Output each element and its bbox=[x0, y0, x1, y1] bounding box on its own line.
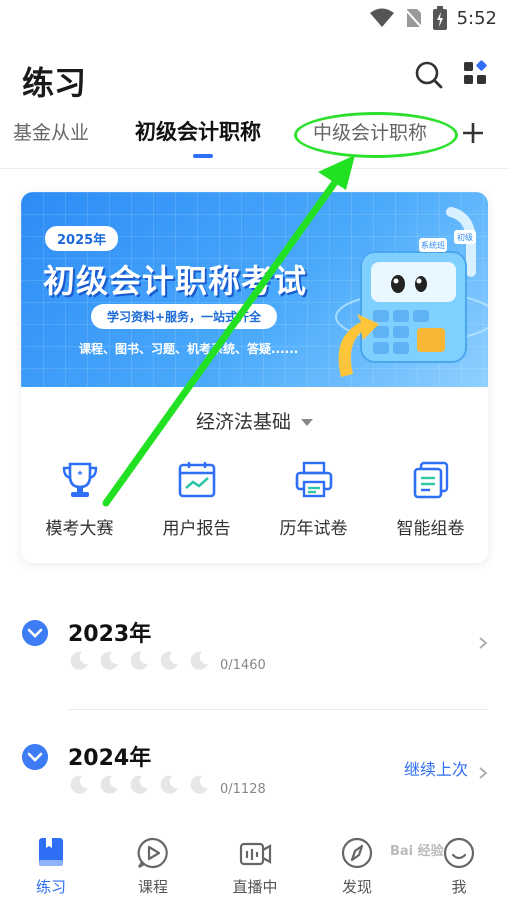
page-title: 练习 bbox=[22, 64, 87, 102]
quick-action-label: 模考大赛 bbox=[45, 519, 114, 539]
caret-down-icon bbox=[301, 419, 313, 426]
progress-moons bbox=[70, 774, 210, 794]
question-progress-count: 0/1460 bbox=[220, 658, 266, 673]
quick-action-smart-compose[interactable]: 智能组卷 bbox=[372, 460, 488, 539]
play-bubble-icon bbox=[137, 837, 168, 869]
report-chart-icon bbox=[178, 462, 215, 498]
watermark: Bai 经验 bbox=[390, 844, 444, 859]
apps-grid-icon[interactable] bbox=[461, 58, 491, 88]
moon-icon bbox=[160, 775, 178, 794]
nav-courses[interactable]: 课程 bbox=[113, 836, 193, 897]
status-time: 5:52 bbox=[456, 7, 497, 29]
nav-label: 直播中 bbox=[232, 878, 278, 896]
art-tag-class: 系统班 bbox=[421, 240, 445, 250]
active-tab-indicator bbox=[193, 154, 213, 158]
nav-label: 课程 bbox=[137, 878, 168, 896]
expand-chevron-icon[interactable] bbox=[22, 620, 48, 646]
banner-title: 初级会计职称考试 bbox=[43, 262, 308, 300]
art-tag-junior: 初级 bbox=[457, 232, 473, 242]
moon-icon bbox=[160, 651, 178, 670]
quick-action-label: 历年试卷 bbox=[279, 519, 348, 539]
nav-practice[interactable]: 练习 bbox=[11, 836, 91, 897]
papers-icon bbox=[413, 461, 448, 499]
quick-action-mock-contest[interactable]: 模考大赛 bbox=[21, 460, 138, 539]
status-bar: 5:52 bbox=[0, 0, 509, 36]
chevron-right-icon[interactable] bbox=[478, 766, 488, 780]
banner-subtitle: 学习资料+服务，一站式齐全 bbox=[91, 304, 278, 329]
banner-description: 课程、图书、习题、机考系统、答疑...... bbox=[79, 342, 299, 356]
live-camera-icon bbox=[239, 842, 272, 866]
no-sim-icon bbox=[404, 8, 423, 29]
moon-icon bbox=[190, 775, 208, 794]
practice-card: 2025年 初级会计职称考试 学习资料+服务，一站式齐全 课程、图书、习题、机考… bbox=[21, 192, 488, 563]
compass-icon bbox=[341, 837, 373, 869]
nav-discover[interactable]: 发现 bbox=[317, 836, 397, 897]
moon-icon bbox=[100, 651, 118, 670]
nav-label: 发现 bbox=[341, 878, 372, 896]
progress-moons bbox=[70, 650, 210, 670]
add-tab-icon[interactable] bbox=[460, 120, 486, 146]
battery-charging-icon bbox=[432, 6, 447, 30]
nav-live[interactable]: 直播中 bbox=[215, 836, 295, 897]
calculator-mascot-illustration: 系统班 初级 bbox=[335, 207, 488, 377]
smile-icon bbox=[443, 837, 475, 869]
subject-selected-label: 经济法基础 bbox=[195, 411, 291, 433]
expand-chevron-icon[interactable] bbox=[22, 744, 48, 770]
year-section-2023[interactable]: 2023年 0/1460 bbox=[0, 620, 509, 730]
subject-dropdown[interactable]: 经济法基础 bbox=[21, 407, 488, 434]
moon-icon bbox=[130, 651, 148, 670]
printer-icon bbox=[295, 461, 332, 498]
moon-icon bbox=[100, 775, 118, 794]
moon-icon bbox=[70, 651, 88, 670]
question-progress-count: 0/1128 bbox=[220, 782, 266, 797]
quick-action-past-papers[interactable]: 历年试卷 bbox=[255, 460, 372, 539]
trophy-icon bbox=[62, 462, 97, 497]
quick-action-user-report[interactable]: 用户报告 bbox=[138, 460, 255, 539]
nav-label: 我 bbox=[451, 878, 467, 896]
tabs-divider bbox=[0, 168, 509, 169]
highlight-ellipse-annotation bbox=[294, 112, 458, 158]
quick-action-label: 用户报告 bbox=[162, 519, 231, 539]
promo-banner[interactable]: 2025年 初级会计职称考试 学习资料+服务，一站式齐全 课程、图书、习题、机考… bbox=[21, 192, 488, 387]
bottom-navigation: 练习 课程 直播中 发现 我 bbox=[0, 826, 509, 904]
row-divider bbox=[68, 709, 488, 710]
tab-junior-accounting[interactable]: 初级会计职称 bbox=[135, 116, 261, 146]
continue-last-link[interactable]: 继续上次 bbox=[404, 756, 468, 780]
year-title: 2024年 bbox=[68, 746, 152, 771]
chevron-right-icon[interactable] bbox=[478, 636, 488, 650]
tab-fund[interactable]: 基金从业 bbox=[13, 118, 89, 145]
quick-action-label: 智能组卷 bbox=[396, 519, 465, 539]
moon-icon bbox=[70, 775, 88, 794]
header: 练习 bbox=[0, 50, 509, 110]
nav-label: 练习 bbox=[35, 878, 66, 896]
moon-icon bbox=[130, 775, 148, 794]
wifi-icon bbox=[369, 8, 394, 27]
search-icon[interactable] bbox=[414, 60, 444, 90]
moon-icon bbox=[190, 651, 208, 670]
banner-year-badge: 2025年 bbox=[45, 226, 119, 251]
year-title: 2023年 bbox=[68, 622, 152, 647]
book-icon bbox=[39, 838, 63, 866]
